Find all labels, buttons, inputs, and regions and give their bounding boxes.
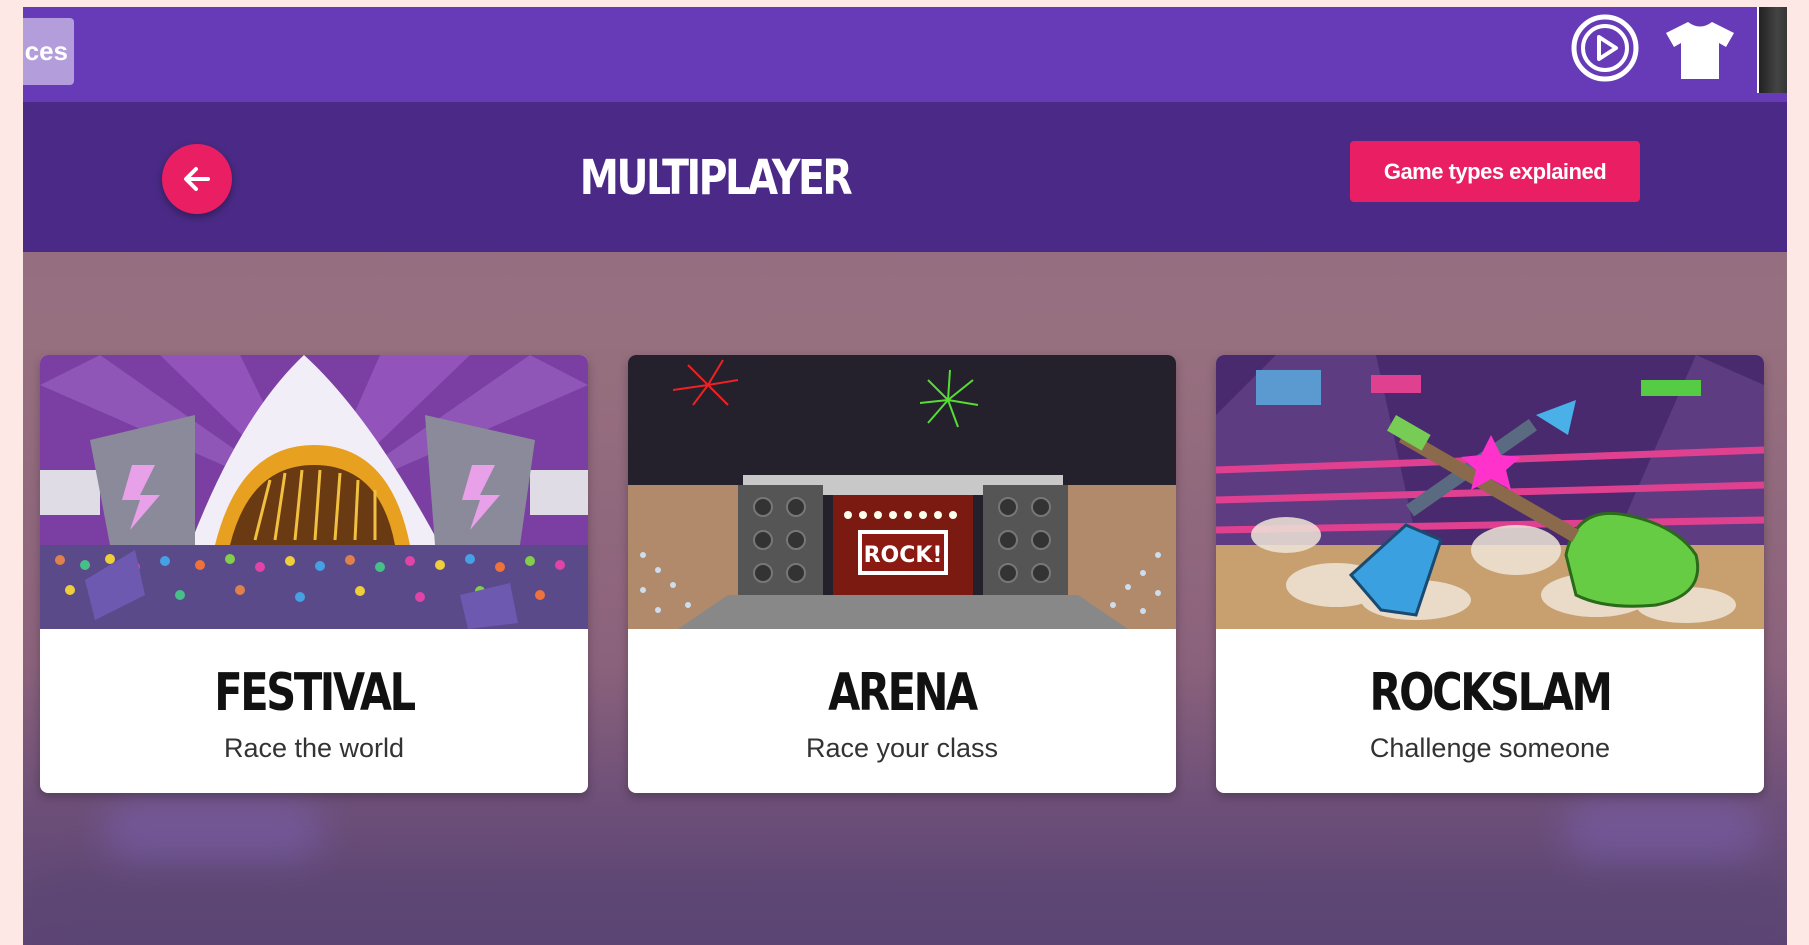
game-screen: ces MULTIPLAYER Game types explained FES…: [23, 7, 1787, 945]
game-card-rockslam[interactable]: ROCKSLAM Challenge someone: [1216, 355, 1764, 793]
top-bar: ces: [23, 7, 1787, 102]
rockslam-illustration: [1216, 355, 1764, 629]
card-subtitle: Race your class: [805, 733, 999, 763]
game-card-arena[interactable]: ROCK! ARENA Race your class: [628, 355, 1176, 793]
card-subtitle: Challenge someone: [1369, 733, 1611, 763]
page-title: MULTIPLAYER: [579, 150, 853, 206]
background-blur: [1563, 797, 1763, 867]
tshirt-icon[interactable]: [1664, 19, 1736, 81]
avatar[interactable]: [1757, 7, 1787, 93]
card-title: FESTIVAL: [214, 663, 416, 723]
background-blur: [23, 867, 1787, 945]
festival-illustration: [40, 355, 588, 629]
arena-illustration: ROCK!: [628, 355, 1176, 629]
card-title: ARENA: [828, 663, 978, 723]
card-title: ROCKSLAM: [1369, 663, 1612, 723]
page-header: MULTIPLAYER Game types explained: [23, 102, 1787, 252]
play-circle-icon[interactable]: [1570, 13, 1640, 83]
background-blur: [103, 797, 323, 867]
game-card-festival[interactable]: FESTIVAL Race the world: [40, 355, 588, 793]
card-subtitle: Race the world: [223, 733, 405, 763]
game-types-explained-button[interactable]: Game types explained: [1350, 141, 1640, 202]
stage-sign-text: ROCK!: [864, 543, 943, 568]
resources-tab-label: ces: [24, 36, 68, 66]
resources-tab[interactable]: ces: [23, 18, 74, 85]
